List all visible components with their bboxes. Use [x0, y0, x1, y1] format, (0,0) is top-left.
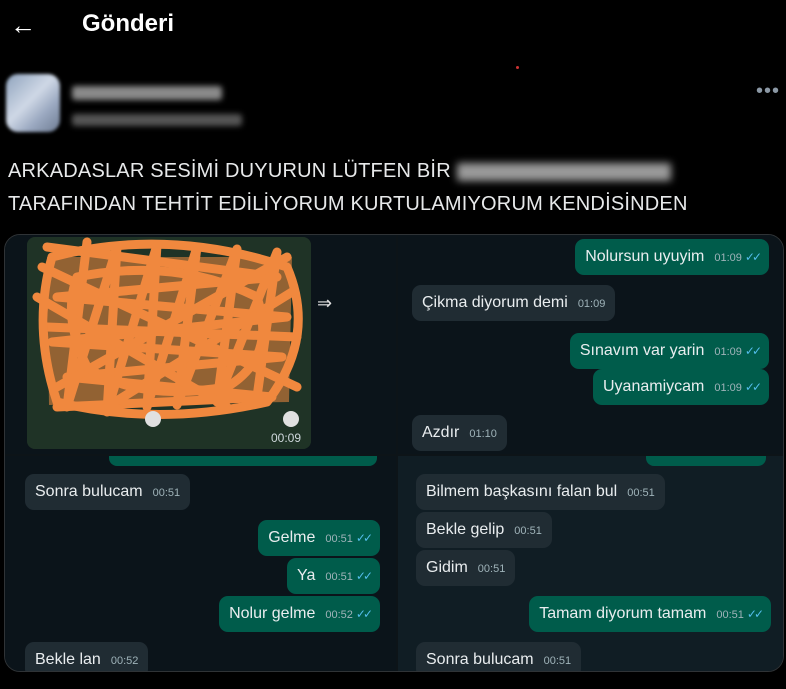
- video-control-icon[interactable]: [283, 411, 299, 427]
- message-text: Gelme: [268, 529, 316, 546]
- read-ticks-icon: ✓✓: [355, 531, 373, 545]
- message-text: Nolursun uyuyim: [585, 248, 705, 265]
- message-text: Sınavım var yarin: [579, 342, 705, 359]
- screenshot-panel-top-right: Nolursun uyuyim 01:09 ✓✓ Çikma diyorum dem…: [398, 235, 783, 454]
- video-control-icon[interactable]: [145, 411, 161, 427]
- cropped-message-bubble: [109, 456, 377, 466]
- read-ticks-icon: ✓✓: [744, 380, 762, 394]
- message-time: 00:51: [514, 525, 542, 537]
- author-handle-blurred: [72, 114, 242, 126]
- forward-icon[interactable]: ⇒: [317, 293, 332, 314]
- message-text: Uyanamiycam: [603, 378, 705, 395]
- message-bubble: Çikma diyorum demi 01:09: [412, 285, 616, 321]
- message-time: 01:09: [714, 382, 742, 394]
- cropped-message-bubble: [646, 456, 766, 466]
- message-time: 01:09: [714, 252, 742, 264]
- message-text: Nolur gelme: [229, 605, 316, 622]
- message-bubble: Bilmem başkasını falan bul 00:51: [416, 474, 665, 510]
- video-thumbnail[interactable]: 00:09: [27, 237, 311, 449]
- message-bubble: Gidim 00:51: [416, 550, 516, 586]
- message-bubble: Uyanamiycam 01:09 ✓✓: [593, 369, 769, 405]
- avatar[interactable]: [6, 74, 60, 132]
- read-ticks-icon: ✓✓: [744, 344, 762, 358]
- message-time: 00:51: [325, 571, 353, 583]
- message-text: Azdır: [422, 424, 460, 441]
- message-text: Gidim: [426, 559, 468, 576]
- message-bubble: Nolur gelme 00:52 ✓✓: [219, 596, 380, 632]
- message-text: Çikma diyorum demi: [422, 294, 568, 311]
- message-bubble: Sonra bulucam 00:51: [416, 642, 582, 671]
- screenshot-panel-video[interactable]: 00:09 ⇒: [5, 235, 396, 454]
- message-time: 00:51: [477, 563, 506, 575]
- message-bubble: Sonra bulucam 00:51: [25, 474, 191, 510]
- message-time: 00:51: [627, 487, 655, 499]
- message-time: 01:10: [469, 428, 497, 440]
- message-time: 01:09: [714, 346, 742, 358]
- message-time: 00:51: [325, 533, 353, 545]
- message-bubble: Nolursun uyuyim 01:09 ✓✓: [575, 239, 769, 275]
- message-text: Bekle lan: [35, 651, 101, 668]
- post-text: ARKADASLAR SESİMİ DUYURUN LÜTFEN BİR TAR…: [8, 155, 778, 221]
- message-time: 00:51: [152, 487, 181, 499]
- message-time: 00:51: [543, 655, 572, 667]
- message-bubble: Tamam diyorum tamam 00:51 ✓✓: [529, 596, 771, 632]
- read-ticks-icon: ✓✓: [355, 569, 373, 583]
- message-time: 00:52: [325, 609, 353, 621]
- page-title: Gönderi: [82, 10, 175, 37]
- read-ticks-icon: ✓✓: [746, 607, 764, 621]
- message-bubble: Gelme 00:51 ✓✓: [258, 520, 380, 556]
- message-time: 00:51: [716, 609, 744, 621]
- video-duration: 00:09: [270, 431, 301, 445]
- message-text: Bekle gelip: [426, 521, 505, 538]
- redacted-text: [456, 162, 671, 181]
- author-name-blurred[interactable]: [72, 86, 222, 100]
- arrow-left-icon[interactable]: ←: [6, 8, 40, 42]
- screenshot-panel-bottom-left: Sonra bulucam 00:51 Gelme 00:51 ✓✓ Ya 00:51 ✓…: [5, 456, 396, 671]
- read-ticks-icon: ✓✓: [355, 607, 373, 621]
- post-media[interactable]: 00:09 ⇒ Nolursun uyuyim 01:09 ✓✓ Çikma diy…: [4, 234, 784, 672]
- message-time: 01:09: [577, 298, 606, 310]
- message-text: Bilmem başkasını falan bul: [426, 483, 618, 500]
- message-bubble: Azdır 01:10: [412, 415, 507, 451]
- message-text: Sonra bulucam: [426, 651, 534, 668]
- message-time: 00:52: [110, 655, 139, 667]
- more-dots-icon[interactable]: •••: [756, 80, 780, 103]
- message-text: Sonra bulucam: [35, 483, 143, 500]
- top-bar: ← Gönderi: [0, 0, 786, 52]
- message-bubble: Bekle gelip 00:51: [416, 512, 552, 548]
- screenshot-panel-bottom-right: Bilmem başkasını falan bul 00:51 Bekle ge…: [398, 456, 783, 671]
- message-bubble: Bekle lan 00:52: [25, 642, 149, 671]
- message-text: Ya: [296, 567, 316, 584]
- post-text-line-2: TARAFINDAN TEHTİT EDİLİYORUM KURTULAMIYO…: [8, 193, 688, 215]
- message-bubble: Ya 00:51 ✓✓: [286, 558, 380, 594]
- read-ticks-icon: ✓✓: [744, 250, 762, 264]
- scribble-redaction: [27, 237, 311, 449]
- message-bubble: Sınavım var yarin 01:09 ✓✓: [569, 333, 769, 369]
- post-text-line-1: ARKADASLAR SESİMİ DUYURUN LÜTFEN BİR: [8, 160, 451, 182]
- decorative-dot: [516, 66, 519, 69]
- message-text: Tamam diyorum tamam: [539, 605, 707, 622]
